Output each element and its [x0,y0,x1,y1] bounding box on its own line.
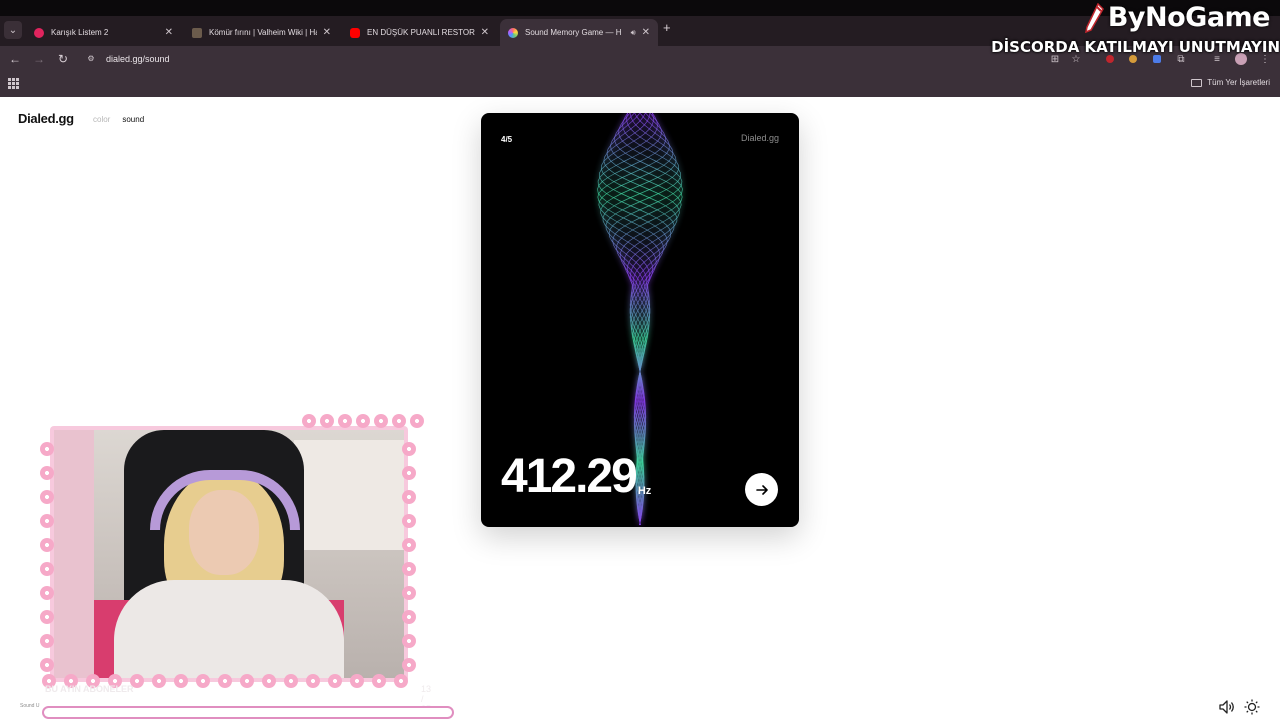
sakura-flower [284,674,298,688]
subscriber-caption: BU AYIN ABONELER [45,684,134,694]
tab-title: Sound Memory Game — H [525,28,622,37]
discord-reminder: DİSCORDA KATILMAYI UNUTMAYIN [991,38,1280,56]
sakura-flower [402,490,416,504]
frequency-value: 412.29 [501,450,638,503]
nav-link-color[interactable]: color [93,115,110,124]
goal-label: Sound U [20,703,40,709]
sakura-flower [374,414,388,428]
webcam-overlay: BU AYIN ABONELER 13 / 25 [40,402,432,714]
all-bookmarks-button[interactable]: Tüm Yer İşaretleri [1191,78,1270,87]
next-button[interactable] [745,473,778,506]
sakura-flower [196,674,210,688]
sakura-flower [320,414,334,428]
sakura-flower [350,674,364,688]
sakura-flower [152,674,166,688]
tab-valheim-wiki[interactable]: Kömür fırını | Valheim Wiki | Ha ✕ [184,19,339,46]
sakura-flower [402,538,416,552]
close-icon[interactable]: ✕ [323,27,331,38]
site-logo[interactable]: Dialed.gg [18,111,74,126]
sound-game-card: 4/5 Dialed.gg 412.29 Hz [481,113,799,527]
tab-sound-memory-game[interactable]: Sound Memory Game — H 🔊︎ ✕ [500,19,658,46]
sakura-flower [392,414,406,428]
youtube-music-icon [34,27,44,38]
tab-title: Kömür fırını | Valheim Wiki | Ha [209,28,317,37]
back-arrow-icon[interactable]: ← [6,50,24,68]
sakura-flower [402,514,416,528]
sakura-flower [240,674,254,688]
sakura-flower [394,674,408,688]
theme-sun-icon[interactable] [1243,698,1261,716]
sakura-flower [356,414,370,428]
sakura-flower [40,610,54,624]
sakura-flower [40,586,54,600]
new-tab-plus-icon[interactable]: + [663,20,671,35]
frequency-display: 412.29 Hz [501,453,651,501]
sakura-flower [40,658,54,672]
brand-logo: ByNoGame [1082,2,1271,33]
sakura-flower [402,442,416,456]
stream-brand-overlay: ByNoGame DİSCORDA KATILMAYI UNUTMAYIN [990,0,1280,62]
sakura-flower [328,674,342,688]
frequency-unit: Hz [637,485,652,497]
sakura-flower [338,414,352,428]
sakura-flower [40,490,54,504]
close-icon[interactable]: ✕ [642,27,650,38]
folder-icon [1191,78,1203,87]
sakura-flower [40,514,54,528]
sakura-flower [306,674,320,688]
sakura-flower [40,562,54,576]
arrow-right-icon [755,484,768,495]
sakura-flower [40,634,54,648]
sakura-flower [40,442,54,456]
webcam-frame [50,426,408,682]
sakura-flower [262,674,276,688]
site-info-icon[interactable]: ⚙ [84,52,98,66]
tab-title: Karışık Listem 2 [51,28,109,37]
youtube-icon [350,27,360,38]
sakura-flower [402,634,416,648]
background-shelf [294,440,404,550]
sakura-flower [372,674,386,688]
sakura-flower [40,538,54,552]
reload-icon[interactable]: ↻ [54,50,72,68]
url-text: dialed.gg/sound [106,53,170,64]
apps-grid-icon[interactable] [8,78,19,89]
sakura-flower [410,414,424,428]
tab-karisik-listem[interactable]: Karışık Listem 2 ✕ [26,19,181,46]
sakura-flower [402,586,416,600]
site-nav: color sound [93,115,144,124]
webcam-feed [54,430,404,678]
address-bar[interactable]: ⚙ dialed.gg/sound [80,49,1080,68]
brand-name: ByNoGame [1107,2,1271,33]
sakura-flower [402,610,416,624]
sakura-flower [402,562,416,576]
sakura-flower [402,466,416,480]
sakura-flower [302,414,316,428]
speaker-icon[interactable]: 🔊︎ [631,28,636,38]
wiki-icon [192,27,202,38]
dialed-favicon-icon [508,27,518,38]
sakura-flower [402,658,416,672]
card-brand: Dialed.gg [740,133,779,143]
close-icon[interactable]: ✕ [165,27,173,38]
pen-nib-icon [1084,2,1104,33]
tab-search-button[interactable]: ⌄ [4,21,22,39]
bookmarks-bar: Tüm Yer İşaretleri [0,71,1280,97]
person-sweater [114,580,344,678]
sakura-flower [218,674,232,688]
tab-youtube-restoran[interactable]: EN DÜŞÜK PUANLI RESTORANI ✕ [342,19,497,46]
close-icon[interactable]: ✕ [481,27,489,38]
sakura-flower [174,674,188,688]
subscriber-goal-bar [42,706,454,719]
sakura-flower [40,466,54,480]
volume-icon[interactable] [1218,698,1236,716]
bedsheet [54,430,94,678]
tab-title: EN DÜŞÜK PUANLI RESTORANI [367,28,475,37]
all-bookmarks-label: Tüm Yer İşaretleri [1207,78,1270,87]
round-progress: 4/5 [501,135,513,144]
nav-link-sound[interactable]: sound [122,115,144,124]
forward-arrow-icon[interactable]: → [30,50,48,68]
